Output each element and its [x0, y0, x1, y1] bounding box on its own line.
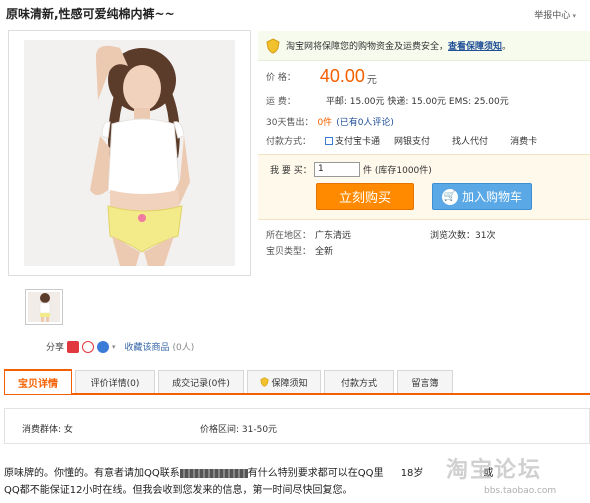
share-row: 分享 ▾ 收藏该商品 (0人)	[46, 340, 194, 353]
buy-now-label: 立刻购买	[338, 191, 391, 206]
reviews-link[interactable]: (已有0人评论)	[336, 115, 394, 128]
add-to-cart-label: 加入购物车	[461, 190, 522, 204]
tab-reviews[interactable]: 评价详情(0)	[75, 370, 155, 393]
shield-icon	[266, 37, 280, 54]
cart-icon: 🛒	[441, 188, 458, 205]
share-label: 分享	[46, 343, 65, 353]
tab-transactions[interactable]: 成交记录(0件)	[158, 370, 244, 393]
location-label: 所在地区：	[266, 231, 312, 241]
quantity-input[interactable]: 1	[314, 162, 360, 177]
description-text: 原味牌的。你懂的。有意者请加QQ联系	[4, 468, 180, 479]
payment-method-label: 找人代付	[452, 137, 489, 147]
thumbnail-image	[28, 292, 60, 322]
safety-notice: 淘宝网将保障您的购物资金及运费安全， 查看保障须知。	[258, 31, 590, 61]
item-type-row: 宝贝类型： 全新	[266, 244, 333, 257]
safety-link[interactable]: 查看保障须知	[448, 39, 502, 52]
detail-tabs: 宝贝详情 评价详情(0) 成交记录(0件) 保障须知 付款方式 留言簿	[4, 369, 590, 395]
tab-label: 成交记录(0件)	[172, 378, 230, 389]
payment-method-online-bank[interactable]: 网银支付	[394, 134, 430, 147]
shipping-value: 平邮: 15.00元 快递: 15.00元 EMS: 25.00元	[325, 97, 509, 107]
buy-now-button[interactable]: 立刻购买	[316, 183, 414, 210]
payment-label: 付款方式：	[266, 137, 312, 147]
add-to-cart-button[interactable]: 🛒 加入购物车	[432, 183, 532, 210]
view-count: 浏览次数：31次	[430, 231, 496, 241]
description-text: 18岁	[400, 468, 424, 479]
tab-label: 宝贝详情	[18, 379, 58, 390]
sales-row: 30天售出： 0件 (已有0人评论)	[266, 115, 394, 128]
payment-method-label: 网银支付	[394, 137, 431, 147]
payment-method-gift-card[interactable]: 消费卡	[510, 134, 537, 147]
payment-method-proxy-pay[interactable]: 找人代付	[452, 134, 488, 147]
sales-label: 30天售出：	[266, 118, 314, 128]
page-title: 原味清新,性感可爱纯棉内裤~~	[6, 7, 175, 21]
tab-label: 付款方式	[340, 378, 377, 389]
location-value: 广东清远	[315, 231, 352, 241]
safety-text: 淘宝网将保障您的购物资金及运费安全，	[286, 42, 449, 52]
quantity-label: 我 要 买：	[270, 166, 312, 176]
payment-method-label: 支付宝卡通	[335, 137, 381, 147]
price-row: 价 格： 40.00 元	[266, 66, 377, 87]
tab-payment[interactable]: 付款方式	[324, 370, 394, 393]
item-type-label: 宝贝类型：	[266, 247, 312, 257]
payment-row: 付款方式： 支付宝卡通 网银支付 找人代付 消费卡	[266, 134, 537, 147]
payment-method-alipay-card[interactable]: 支付宝卡通	[325, 134, 380, 147]
tab-guarantee[interactable]: 保障须知	[247, 370, 321, 393]
price-unit: 元	[366, 75, 377, 86]
sales-count: 0件	[317, 118, 333, 128]
model-illustration	[24, 40, 235, 266]
shield-icon	[260, 377, 270, 387]
alipay-icon	[325, 136, 334, 145]
weibo-icon[interactable]	[82, 340, 95, 353]
product-photo[interactable]	[24, 40, 235, 266]
tab-label: 评价详情(0)	[90, 378, 140, 389]
shipping-row: 运 费： 平邮: 15.00元 快递: 15.00元 EMS: 25.00元	[266, 94, 509, 107]
tab-label: 保障须知	[271, 378, 308, 389]
favorite-link[interactable]: 收藏该商品	[125, 340, 170, 353]
payment-method-label: 消费卡	[510, 137, 538, 147]
people-share-icon[interactable]	[97, 340, 110, 353]
item-type-value: 全新	[315, 247, 334, 257]
price-label: 价 格：	[266, 73, 296, 83]
site-watermark-url: bbs.taobao.com	[484, 486, 557, 496]
tab-label: 留言簿	[411, 378, 439, 389]
chevron-down-icon[interactable]: ▾	[112, 343, 116, 351]
tab-item-details[interactable]: 宝贝详情	[4, 369, 72, 394]
description-text: 有什么特别要求都可以在QQ里	[247, 468, 384, 479]
attribute-consumer-group: 消费群体: 女	[22, 425, 73, 435]
attribute-price-range: 价格区间: 31-50元	[200, 425, 278, 435]
site-watermark: 淘宝论坛	[446, 457, 543, 483]
taobao-share-icon[interactable]	[67, 340, 80, 353]
report-center-link[interactable]: 举报中心	[534, 8, 576, 21]
product-thumbnail[interactable]	[25, 289, 63, 325]
location-row: 所在地区： 广东清远	[266, 228, 351, 241]
redacted-qq-number	[179, 468, 248, 478]
shipping-label: 运 费：	[266, 97, 296, 107]
favorite-count: (0人)	[172, 343, 195, 353]
stock-info: 件 (库存1000件)	[363, 166, 432, 176]
tab-guestbook[interactable]: 留言簿	[397, 370, 453, 393]
attribute-box	[4, 408, 590, 444]
safety-text-end: 。	[502, 42, 512, 52]
price-value: 40.00	[319, 66, 365, 86]
